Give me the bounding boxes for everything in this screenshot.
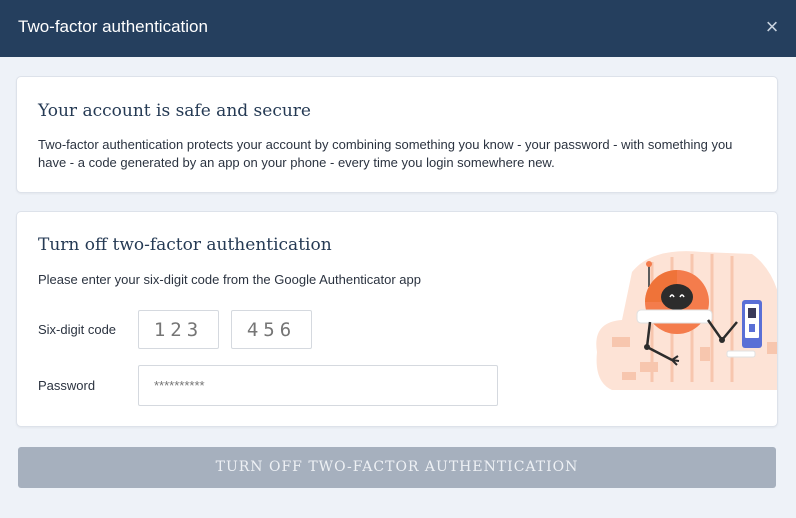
- password-field[interactable]: [138, 365, 498, 406]
- code-input-part2[interactable]: [231, 310, 312, 349]
- turn-off-2fa-button[interactable]: TURN OFF TWO-FACTOR AUTHENTICATION: [18, 447, 776, 488]
- form-heading: Turn off two-factor authentication: [38, 235, 332, 255]
- info-heading: Your account is safe and secure: [38, 101, 311, 121]
- close-icon[interactable]: ×: [762, 16, 782, 38]
- info-text-line1: Two-factor authentication protects your …: [38, 137, 733, 152]
- code-label: Six-digit code: [38, 322, 117, 337]
- robot-illustration: [596, 251, 777, 390]
- password-label: Password: [38, 378, 96, 393]
- info-text-line2: have - a code generated by an app on you…: [38, 155, 555, 170]
- modal-header: Two-factor authentication ×: [0, 0, 796, 57]
- code-input-part1[interactable]: [138, 310, 219, 349]
- info-card: Your account is safe and secure Two-fact…: [16, 76, 778, 193]
- turn-off-card: Turn off two-factor authentication Pleas…: [16, 211, 778, 427]
- form-instructions: Please enter your six-digit code from th…: [38, 272, 421, 287]
- modal-title: Two-factor authentication: [18, 17, 208, 36]
